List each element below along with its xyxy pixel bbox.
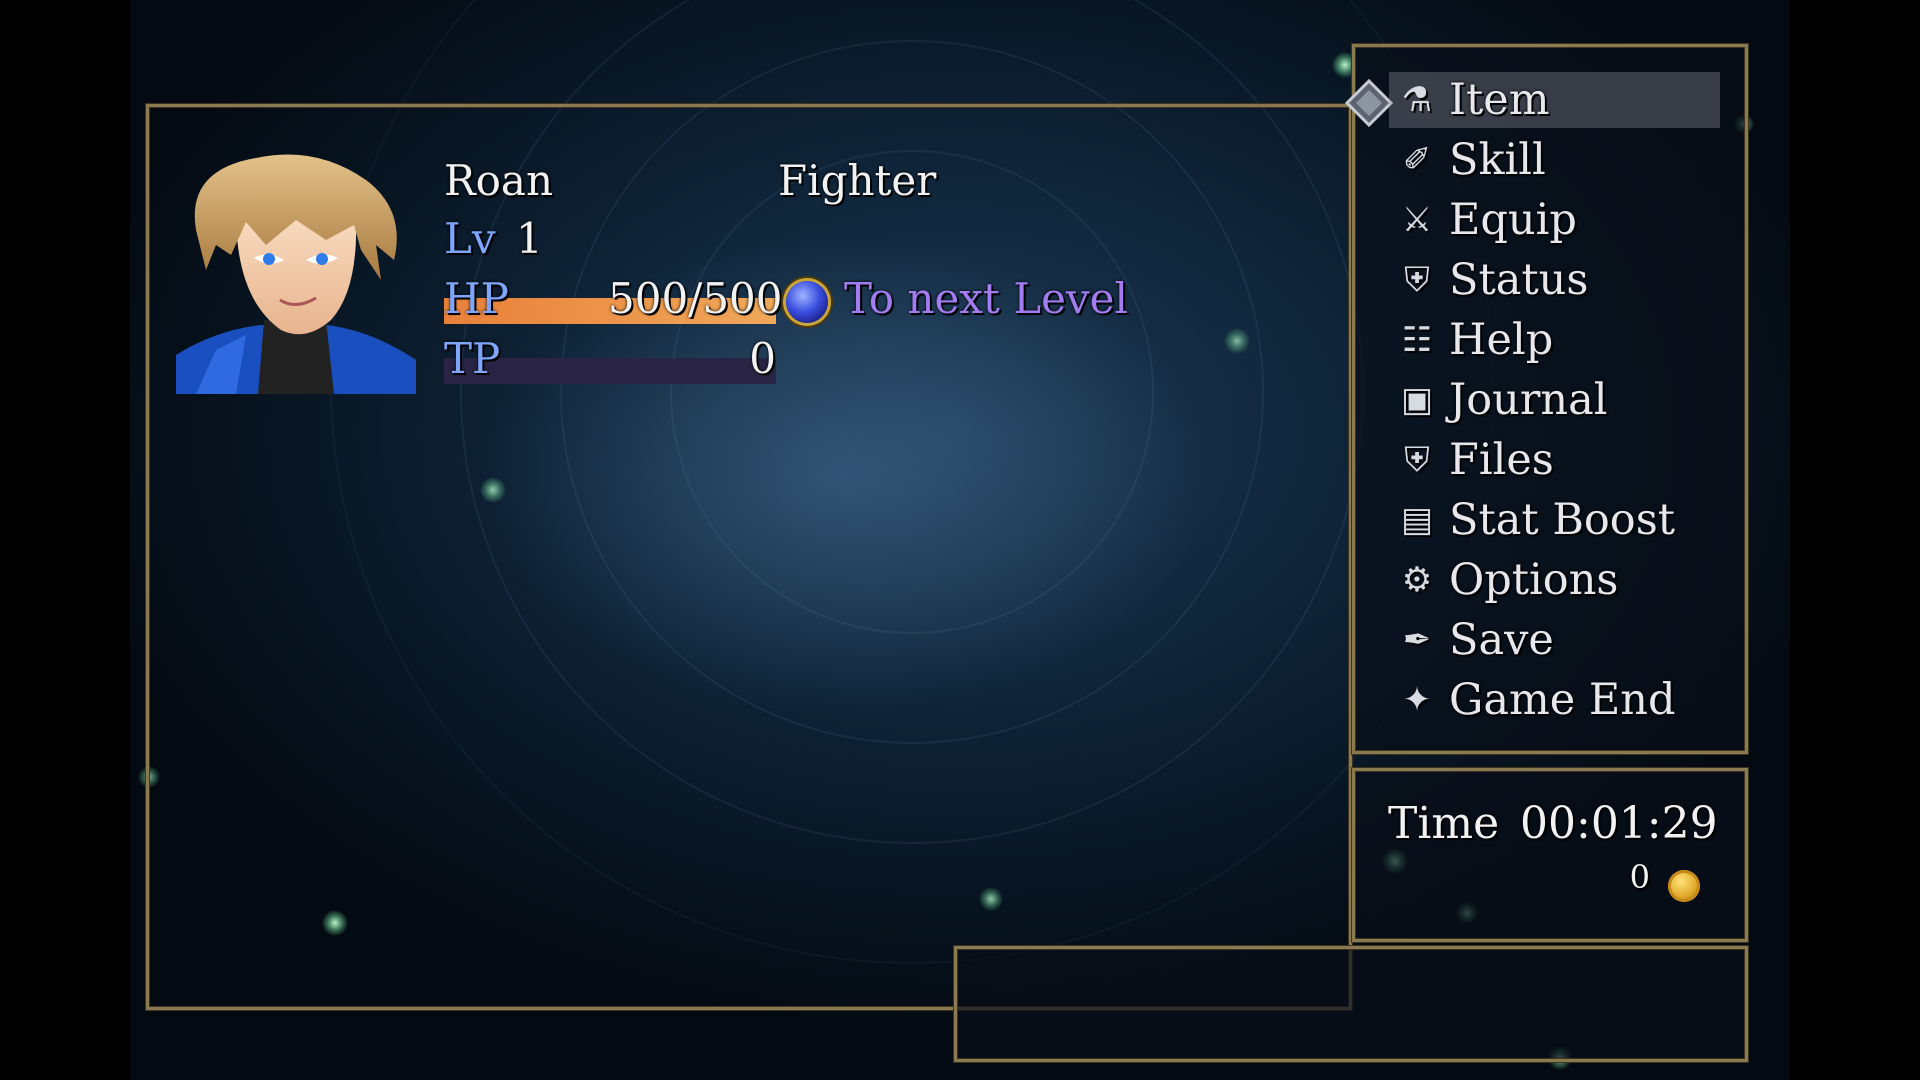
character-portrait[interactable] [176, 150, 416, 394]
menu-item-equip[interactable]: ⚔ Equip [1389, 192, 1720, 248]
menu-item-help[interactable]: ☷ Help [1389, 312, 1720, 368]
menu-item-label: Save [1449, 615, 1554, 665]
scroll-icon: ✐ [1402, 140, 1432, 180]
menu-item-options[interactable]: ⚙ Options [1389, 552, 1720, 608]
menu-item-label: Files [1449, 435, 1554, 485]
menu-item-skill[interactable]: ✐ Skill [1389, 132, 1720, 188]
menu-item-save[interactable]: ✒ Save [1389, 612, 1720, 668]
level-value: 1 [516, 214, 543, 263]
help-window [954, 946, 1748, 1062]
tp-value: 0 [749, 334, 776, 383]
menu-item-item[interactable]: ⚗ Item [1389, 72, 1720, 128]
hp-value: 500/500 [608, 274, 783, 323]
menu-item-game-end[interactable]: ✦ Game End [1389, 672, 1720, 728]
menu-item-files[interactable]: ⛨ Files [1389, 432, 1720, 488]
time-label: Time [1388, 798, 1500, 849]
menu-item-label: Equip [1449, 195, 1577, 245]
shield-icon: ⛨ [1404, 260, 1430, 300]
tp-label: TP [444, 334, 501, 383]
armor-icon: ⚔ [1401, 200, 1433, 240]
compass-icon: ✦ [1402, 680, 1432, 720]
menu-item-label: Journal [1449, 375, 1608, 425]
time-gold-window [1352, 768, 1748, 942]
gold-coin-icon [1668, 870, 1700, 902]
hero-face-image [176, 154, 416, 394]
menu-item-journal[interactable]: ▣ Journal [1389, 372, 1720, 428]
journal-icon: ▣ [1400, 380, 1434, 420]
menu-item-label: Help [1449, 315, 1554, 365]
menu-item-label: Stat Boost [1449, 495, 1676, 545]
menu-item-label: Game End [1449, 675, 1676, 725]
menu-cursor-icon [1344, 78, 1394, 128]
next-level-text: To next Level [844, 274, 1128, 323]
tome-icon: ▤ [1400, 500, 1434, 540]
menu-item-stat-boost[interactable]: ▤ Stat Boost [1389, 492, 1720, 548]
potion-icon: ⚗ [1401, 80, 1433, 120]
exp-gem-icon [786, 281, 828, 323]
menu-item-label: Status [1449, 255, 1589, 305]
gold-value: 0 [1629, 858, 1650, 896]
menu-item-status[interactable]: ⛨ Status [1389, 252, 1720, 308]
time-value: 00:01:29 [1520, 798, 1718, 849]
hp-label: HP [444, 274, 509, 323]
menu-item-label: Options [1449, 555, 1619, 605]
menu-item-label: Skill [1449, 135, 1546, 185]
book-icon: ☷ [1401, 320, 1433, 360]
character-name: Roan [444, 156, 553, 205]
menu-item-label: Item [1449, 75, 1550, 125]
gear-icon: ⚙ [1401, 560, 1433, 600]
shield-icon: ⛨ [1404, 440, 1430, 480]
quill-icon: ✒ [1402, 620, 1432, 660]
level-label: Lv [444, 214, 496, 263]
character-class: Fighter [778, 156, 937, 205]
